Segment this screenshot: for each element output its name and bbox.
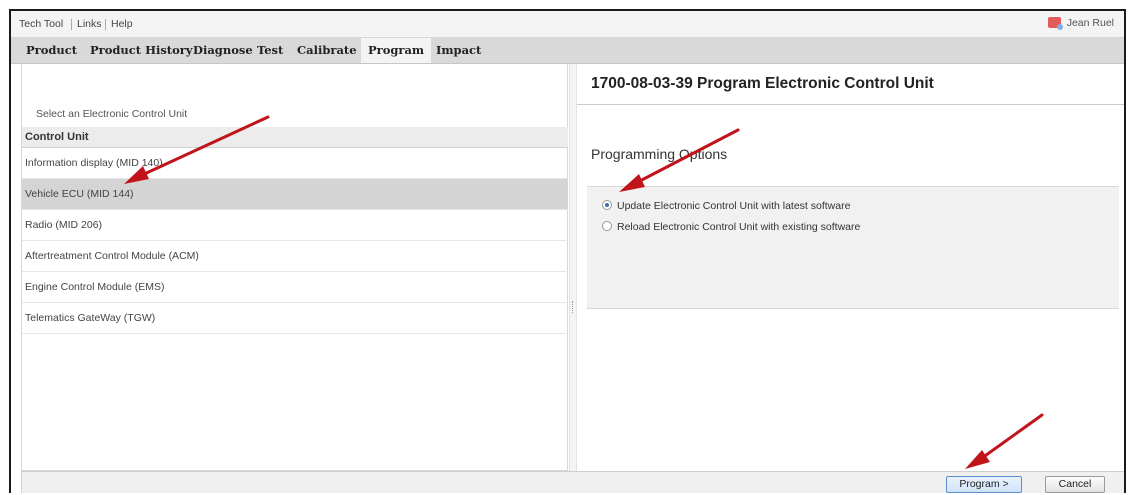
splitter-grip-icon	[572, 301, 575, 313]
menu-links[interactable]: Links	[77, 18, 102, 30]
menu-separator	[105, 19, 106, 30]
program-button[interactable]: Program >	[946, 476, 1022, 493]
program-panel: 1700-08-03-39 Program Electronic Control…	[577, 64, 1124, 471]
tab-test[interactable]: Test	[250, 38, 290, 63]
menu-separator	[71, 19, 72, 30]
title-divider	[577, 104, 1124, 105]
option-reload-existing[interactable]: Reload Electronic Control Unit with exis…	[602, 221, 860, 233]
control-unit-row-selected[interactable]: Vehicle ECU (MID 144)	[22, 179, 568, 210]
radio-unchecked-icon[interactable]	[602, 221, 612, 231]
user-area[interactable]: Jean Ruel	[1047, 17, 1114, 30]
tab-product[interactable]: Product	[19, 38, 84, 63]
menu-help[interactable]: Help	[111, 18, 133, 30]
tab-product-history[interactable]: Product History	[83, 38, 200, 63]
menu-bar: Tech Tool Links Help Jean Ruel	[11, 11, 1124, 38]
action-bar: Program > Cancel	[21, 471, 1124, 493]
option-label: Reload Electronic Control Unit with exis…	[617, 221, 861, 233]
tab-diagnose[interactable]: Diagnose	[186, 38, 260, 63]
control-unit-row[interactable]: Telematics GateWay (TGW)	[22, 303, 568, 334]
select-ecu-label: Select an Electronic Control Unit	[36, 108, 188, 120]
menu-tech-tool[interactable]: Tech Tool	[19, 18, 63, 30]
programming-options-heading: Programming Options	[591, 146, 728, 162]
programming-options-box: Update Electronic Control Unit with late…	[587, 186, 1119, 309]
control-unit-panel: Select an Electronic Control Unit Contro…	[21, 64, 568, 471]
user-name: Jean Ruel	[1066, 17, 1114, 29]
option-label: Update Electronic Control Unit with late…	[617, 200, 851, 212]
option-update-latest[interactable]: Update Electronic Control Unit with late…	[602, 200, 850, 212]
panel-splitter[interactable]	[569, 64, 577, 471]
app-window: Tech Tool Links Help Jean Ruel Product P…	[9, 9, 1126, 493]
page-title: 1700-08-03-39 Program Electronic Control…	[591, 75, 934, 92]
tab-program[interactable]: Program	[361, 38, 432, 63]
main-tab-bar: Product Product History Diagnose Test Ca…	[11, 38, 1124, 64]
control-unit-row[interactable]: Information display (MID 140)	[22, 148, 568, 179]
control-unit-column-header: Control Unit	[22, 127, 568, 148]
tab-calibrate[interactable]: Calibrate	[290, 38, 364, 63]
radio-checked-icon[interactable]	[602, 200, 612, 210]
cancel-button[interactable]: Cancel	[1045, 476, 1105, 493]
control-unit-row[interactable]: Engine Control Module (EMS)	[22, 272, 568, 303]
control-unit-row[interactable]: Aftertreatment Control Module (ACM)	[22, 241, 568, 272]
user-icon	[1047, 17, 1063, 30]
tab-impact[interactable]: Impact	[429, 38, 488, 63]
control-unit-row[interactable]: Radio (MID 206)	[22, 210, 568, 241]
